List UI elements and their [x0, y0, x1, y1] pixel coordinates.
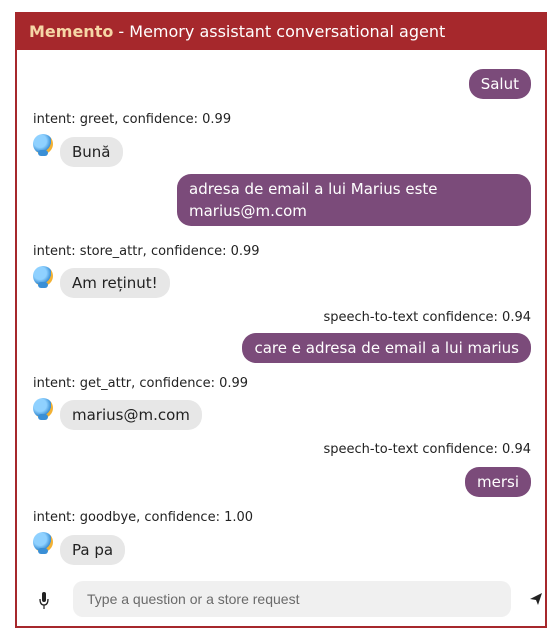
bot-message: Pa pa — [60, 535, 126, 565]
user-message: Salut — [468, 69, 531, 99]
user-message-line: adresa de email a lui Marius este — [189, 180, 438, 198]
app-subtitle: Memory assistant conversational agent — [129, 22, 446, 41]
user-message: mersi — [465, 467, 531, 497]
user-message-text: care e adresa de email a lui marius — [254, 339, 519, 357]
bot-avatar-icon — [33, 134, 53, 156]
chat-window: Memento - Memory assistant conversationa… — [15, 12, 547, 628]
intent-meta: intent: goodbye, confidence: 1.00 — [33, 510, 254, 525]
intent-meta: intent: greet, confidence: 0.99 — [33, 112, 232, 127]
user-message: adresa de email a lui Marius este marius… — [177, 174, 531, 226]
user-message-text: mersi — [477, 473, 519, 491]
speech-confidence-meta: speech-to-text confidence: 0.94 — [323, 310, 532, 325]
user-message: care e adresa de email a lui marius — [242, 333, 531, 363]
bot-avatar-icon — [33, 266, 53, 288]
bot-message: marius@m.com — [60, 400, 202, 430]
bot-message: Bună — [60, 137, 123, 167]
speech-confidence-meta: speech-to-text confidence: 0.94 — [323, 442, 532, 457]
intent-meta: intent: store_attr, confidence: 0.99 — [33, 244, 260, 259]
bot-message-text: Pa pa — [72, 541, 114, 559]
user-message-line: marius@m.com — [189, 202, 307, 220]
chat-header: Memento - Memory assistant conversationa… — [17, 14, 545, 50]
bot-message: Am reținut! — [60, 268, 170, 298]
user-message-text: Salut — [480, 75, 519, 93]
message-composer — [17, 574, 545, 626]
send-icon[interactable] — [529, 592, 543, 606]
bot-message-text: marius@m.com — [72, 406, 190, 424]
bot-message-text: Am reținut! — [72, 274, 158, 292]
message-input[interactable] — [73, 581, 511, 617]
bot-avatar-icon — [33, 532, 53, 554]
intent-meta: intent: get_attr, confidence: 0.99 — [33, 376, 249, 391]
app-brand: Memento — [29, 22, 114, 41]
header-separator: - — [113, 22, 130, 41]
bot-avatar-icon — [33, 398, 53, 420]
bot-message-text: Bună — [72, 143, 111, 161]
microphone-icon[interactable] — [39, 592, 49, 610]
